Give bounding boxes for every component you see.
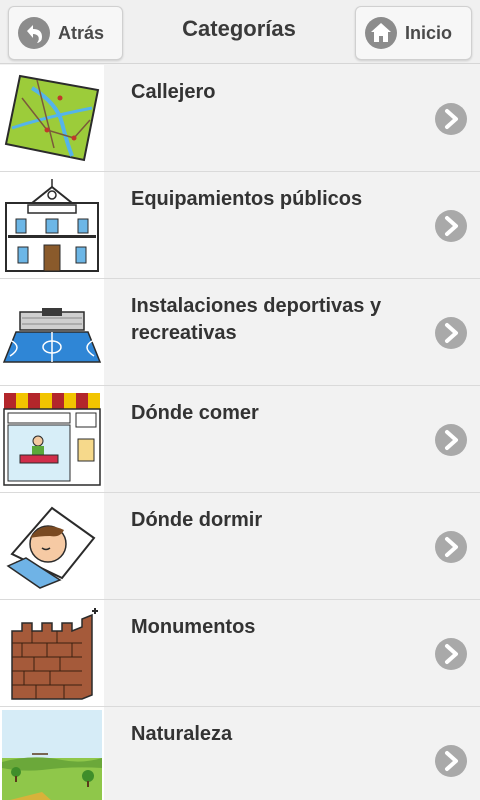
category-item-naturaleza[interactable]: Naturaleza (0, 707, 480, 800)
category-label: Callejero (131, 81, 216, 103)
back-button[interactable]: Atrás (8, 6, 123, 60)
category-item-donde-dormir[interactable]: Dónde dormir (0, 493, 480, 600)
chevron-right-icon (435, 210, 467, 242)
home-icon (364, 16, 398, 50)
sports-court-icon (0, 279, 104, 385)
chevron-right-icon (435, 317, 467, 349)
wall-icon (0, 600, 104, 706)
home-button[interactable]: Inicio (355, 6, 472, 60)
category-label: Instalaciones deportivas y recreativas (131, 295, 382, 344)
category-label: Naturaleza (131, 723, 233, 745)
sleeping-icon (0, 493, 104, 599)
app-header: Atrás Categorías Inicio (0, 0, 480, 64)
category-item-instalaciones[interactable]: Instalaciones deportivas y recreativas (0, 279, 480, 386)
town-hall-icon (0, 172, 104, 278)
category-item-callejero[interactable]: Callejero (0, 65, 480, 172)
category-list: Callejero Equipamientos públicos Instala… (0, 65, 480, 800)
landscape-icon (0, 707, 104, 800)
chevron-right-icon (435, 745, 467, 777)
category-label: Monumentos (131, 616, 256, 638)
category-label: Dónde comer (131, 402, 259, 424)
map-icon (0, 65, 104, 171)
category-item-donde-comer[interactable]: Dónde comer (0, 386, 480, 493)
back-arrow-icon (17, 16, 51, 50)
category-item-monumentos[interactable]: Monumentos (0, 600, 480, 707)
page-title: Categorías (182, 16, 296, 41)
chevron-right-icon (435, 638, 467, 670)
category-label: Equipamientos públicos (131, 188, 363, 210)
chevron-right-icon (435, 424, 467, 456)
restaurant-icon (0, 386, 104, 492)
chevron-right-icon (435, 103, 467, 135)
back-button-label: Atrás (58, 22, 105, 43)
category-label: Dónde dormir (131, 509, 263, 531)
home-button-label: Inicio (405, 22, 453, 43)
chevron-right-icon (435, 531, 467, 563)
category-item-equipamientos[interactable]: Equipamientos públicos (0, 172, 480, 279)
